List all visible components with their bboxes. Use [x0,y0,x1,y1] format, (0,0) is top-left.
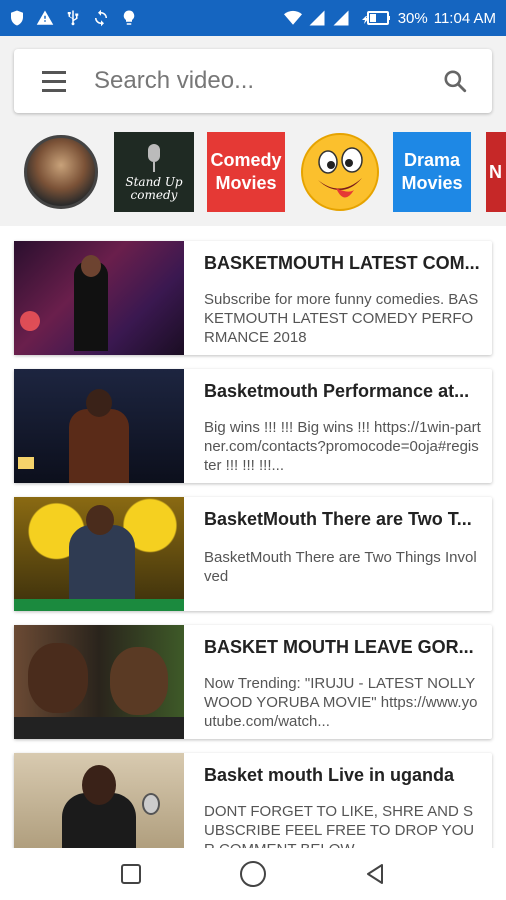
comedy-label: Comedy Movies [210,149,282,193]
back-button[interactable] [355,854,395,894]
video-card[interactable]: Basket mouth Live in uganda DONT FORGET … [14,753,492,848]
category-strip: Stand Up comedy Comedy Movies Drama Movi… [0,122,506,226]
video-info: BASKET MOUTH LEAVE GOR... Now Trending: … [184,625,492,739]
video-description: Now Trending: "IRUJU - LATEST NOLLYWOOD … [204,675,478,730]
system-nav-bar [0,848,506,900]
video-description: Subscribe for more funny comedies. BASKE… [204,291,479,346]
back-triangle-icon [367,864,383,884]
video-info: BASKETMOUTH LATEST COM... Subscribe for … [184,241,492,355]
video-card[interactable]: Basketmouth Performance at... Big wins !… [14,369,492,483]
search-area [0,36,506,122]
square-icon [121,864,141,884]
shield-icon [8,9,26,27]
warning-icon [36,9,54,27]
category-couple-avatar[interactable] [24,135,98,209]
sync-icon [92,9,110,27]
drama-label: Drama Movies [401,149,463,193]
video-list: BASKETMOUTH LATEST COM... Subscribe for … [0,226,506,848]
video-info: Basketmouth Performance at... Big wins !… [184,369,492,483]
menu-icon[interactable] [14,49,94,113]
video-card[interactable]: BASKETMOUTH LATEST COM... Subscribe for … [14,241,492,355]
recents-button[interactable] [111,854,151,894]
partial-label: N [489,161,502,182]
video-info: BasketMouth There are Two T... BasketMou… [184,497,492,611]
signal-icon [308,9,326,27]
category-drama-movies[interactable]: Drama Movies [393,132,471,212]
video-title: BasketMouth There are Two T... [204,509,472,529]
video-info: Basket mouth Live in uganda DONT FORGET … [184,753,492,848]
signal-icon-2 [332,9,350,27]
search-input[interactable] [94,67,418,95]
home-button[interactable] [233,854,273,894]
video-thumbnail [14,625,184,739]
battery-percent: 30% [397,9,428,27]
video-title: Basket mouth Live in uganda [204,765,455,785]
category-comedy-movies[interactable]: Comedy Movies [207,132,285,212]
video-title: BASKET MOUTH LEAVE GOR... [204,637,474,657]
video-card[interactable]: BASKET MOUTH LEAVE GOR... Now Trending: … [14,625,492,739]
laughing-face-icon [301,133,379,211]
category-partial[interactable]: N [486,132,506,212]
search-bar [14,49,492,113]
category-standup-comedy[interactable]: Stand Up comedy [114,132,194,212]
wifi-icon [283,9,302,27]
microphone-icon [148,143,160,172]
video-title: BASKETMOUTH LATEST COM... [204,253,480,273]
video-description: DONT FORGET TO LIKE, SHRE AND SUBSCRIBE … [204,803,475,848]
notification-icons [8,9,138,27]
video-thumbnail [14,369,184,483]
standup-label: Stand Up comedy [125,174,183,202]
clock: 11:04 AM [433,9,496,27]
category-laughing-emoji[interactable] [300,132,380,212]
usb-icon [64,9,82,27]
status-bar: 30% 11:04 AM [0,0,506,36]
video-thumbnail [14,497,184,611]
video-card[interactable]: BasketMouth There are Two T... BasketMou… [14,497,492,611]
video-description: Big wins !!! !!! Big wins !!! https://1w… [204,419,481,474]
system-indicators: 30% 11:04 AM [283,9,496,27]
search-icon[interactable] [418,49,492,113]
video-description: BasketMouth There are Two Things Involve… [204,549,477,585]
video-thumbnail [14,241,184,355]
video-thumbnail [14,753,184,848]
bulb-icon [120,9,138,27]
circle-icon [240,861,266,887]
video-title: Basketmouth Performance at... [204,381,470,401]
battery-charging-icon [356,9,392,27]
